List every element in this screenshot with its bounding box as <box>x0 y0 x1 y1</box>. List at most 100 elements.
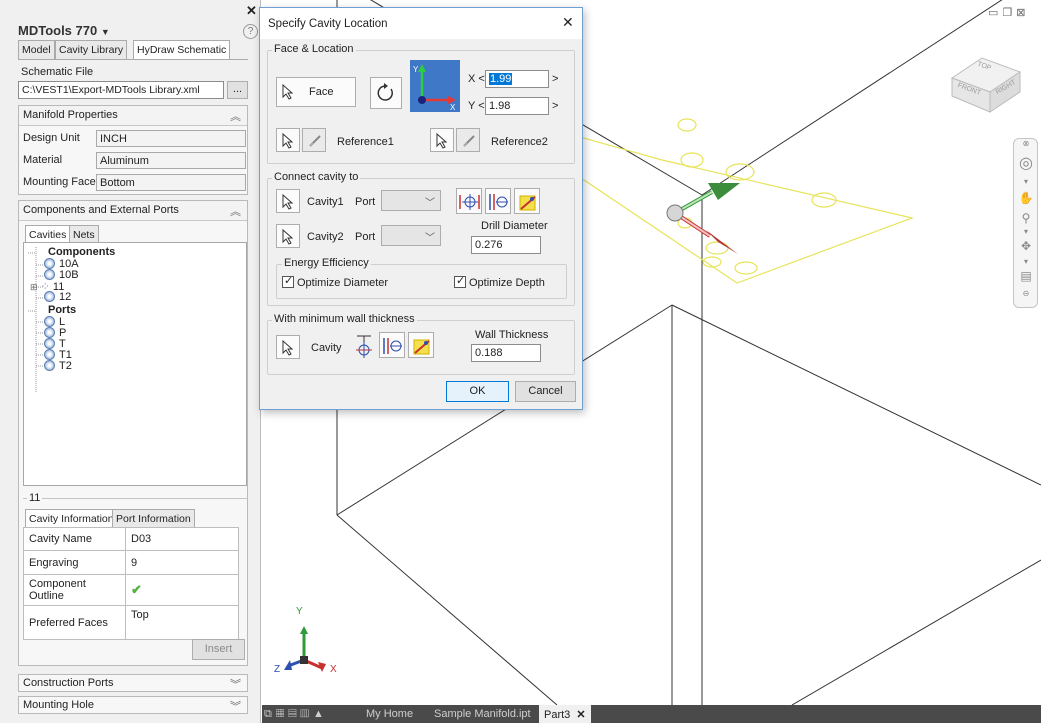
auto-connect-icon <box>519 195 536 211</box>
wall-top-button[interactable] <box>350 332 376 358</box>
tree-item-12[interactable]: 12 <box>44 291 71 303</box>
tab-hydraw-schematic[interactable]: HyDraw Schematic <box>133 40 231 60</box>
tree-components-label[interactable]: Components <box>48 246 115 258</box>
axis-y-label: Y <box>296 606 303 617</box>
up-arrow-icon[interactable]: ▲ <box>313 708 328 720</box>
wall-thickness-group-label: With minimum wall thickness <box>272 313 417 325</box>
construction-ports-section[interactable]: Construction Ports ︾ <box>18 674 248 692</box>
reference1-clear-button[interactable] <box>302 128 326 152</box>
wall-thickness-label: Wall Thickness <box>475 329 549 341</box>
close-icon[interactable]: ✕ <box>246 3 257 19</box>
panel-title-text: MDTools 770 <box>18 23 98 38</box>
vertical-split-icon[interactable]: ▥ <box>301 708 313 720</box>
mounting-face-field[interactable]: Bottom <box>96 174 246 191</box>
expand-chevron-icon[interactable]: ︾ <box>230 698 241 714</box>
view-cube[interactable]: TOP FRONT RIGHT <box>944 50 1028 116</box>
collapse-chevron-icon[interactable]: ︽ <box>230 203 241 219</box>
cursor-arrow-icon <box>282 229 294 245</box>
reference2-clear-button[interactable] <box>456 128 480 152</box>
ok-button[interactable]: OK <box>446 381 509 402</box>
preferred-faces-value[interactable]: Top <box>125 605 239 640</box>
expand-plus-icon[interactable]: ⊞ <box>30 282 38 292</box>
tab-sample-manifold[interactable]: Sample Manifold.ipt <box>434 708 531 720</box>
align-side-icon <box>489 194 508 210</box>
schematic-file-field[interactable]: C:\VEST1\Export-MDTools Library.xml <box>18 81 224 99</box>
engraving-value[interactable]: 9 <box>125 550 239 575</box>
rotate-button[interactable] <box>370 77 402 109</box>
cavity-select-button[interactable] <box>276 335 300 359</box>
mounting-hole-section[interactable]: Mounting Hole ︾ <box>18 696 248 714</box>
wall-auto-button[interactable] <box>408 332 434 358</box>
align-side-button[interactable] <box>485 188 511 214</box>
cavity1-select-button[interactable] <box>276 189 300 213</box>
tree-port-t2[interactable]: T2 <box>44 360 72 372</box>
dropdown-arrow-icon[interactable]: ▾ <box>1018 257 1034 266</box>
components-header[interactable]: Components and External Ports ︽ <box>19 201 247 221</box>
tab-cavity-library[interactable]: Cavity Library <box>55 40 128 59</box>
wall-side-button[interactable] <box>379 332 405 358</box>
tab-part3[interactable]: Part3 ✕ <box>539 705 591 723</box>
manifold-properties-header[interactable]: Manifold Properties ︽ <box>19 106 247 126</box>
close-tab-icon[interactable]: ✕ <box>576 709 585 721</box>
steering-wheel-icon[interactable]: ◎ <box>1018 153 1034 173</box>
optimize-depth-label: Optimize Depth <box>469 277 545 289</box>
expand-chevron-icon[interactable]: ︾ <box>230 676 241 692</box>
help-icon[interactable]: ? <box>243 24 258 39</box>
tab-port-information[interactable]: Port Information <box>112 509 195 528</box>
close-window-icon[interactable]: ⊠ <box>1016 7 1029 19</box>
minimize-icon[interactable]: ▭ <box>988 7 1002 19</box>
tree-item-label: 12 <box>59 291 72 303</box>
optimize-depth-checkbox[interactable]: Optimize Depth <box>454 274 545 289</box>
cavity-name-value[interactable]: D03 <box>125 527 239 551</box>
dropdown-arrow-icon[interactable]: ▾ <box>1018 227 1034 236</box>
browse-button[interactable]: ... <box>227 81 248 99</box>
close-icon[interactable]: ✕ <box>562 14 574 31</box>
dropdown-arrow-icon[interactable]: ▾ <box>1018 177 1034 186</box>
y-coordinate-input[interactable]: 1.98 <box>485 97 549 115</box>
cursor-arrow-icon <box>282 133 294 149</box>
preferred-faces-label: Preferred Faces <box>23 605 126 640</box>
horizontal-split-icon[interactable]: ▤ <box>288 708 300 720</box>
customize-icon[interactable]: ⊖ <box>1018 289 1034 298</box>
auto-connect-button[interactable] <box>514 188 540 214</box>
orbit-icon[interactable]: ✥ <box>1018 239 1034 253</box>
material-field[interactable]: Aluminum <box>96 152 246 169</box>
optimize-diameter-checkbox[interactable]: Optimize Diameter <box>282 274 388 289</box>
port-icon <box>44 349 55 360</box>
drill-diameter-input[interactable]: 0.276 <box>471 236 541 254</box>
wall-thickness-input[interactable]: 0.188 <box>471 344 541 362</box>
x-coordinate-value: 1.99 <box>489 73 513 85</box>
face-select-button[interactable]: Face <box>276 77 356 107</box>
tab-model[interactable]: Model <box>18 40 55 59</box>
insert-button[interactable]: Insert <box>192 639 245 660</box>
dropdown-arrow-icon[interactable]: ▼ <box>101 27 110 37</box>
y-increase-button[interactable]: > <box>552 100 558 112</box>
reference1-select-button[interactable] <box>276 128 300 152</box>
close-navbar-icon[interactable]: ⊗ <box>1018 139 1034 148</box>
zoom-icon[interactable]: ⚲ <box>1018 211 1034 225</box>
pan-hand-icon[interactable]: ✋ <box>1018 191 1034 205</box>
cancel-button[interactable]: Cancel <box>515 381 576 402</box>
tile-icon[interactable]: ▦ <box>276 708 288 720</box>
x-coordinate-input[interactable]: 1.99 <box>485 70 549 88</box>
cascade-icon[interactable]: ⧉ <box>264 708 276 720</box>
x-increase-button[interactable]: > <box>552 73 558 85</box>
look-at-icon[interactable]: ▤ <box>1018 269 1034 283</box>
tree-ports-label[interactable]: Ports <box>48 304 76 316</box>
align-center-button[interactable] <box>456 188 482 214</box>
collapse-chevron-icon[interactable]: ︽ <box>230 108 241 124</box>
cursor-arrow-icon <box>282 84 294 100</box>
design-unit-field[interactable]: INCH <box>96 130 246 147</box>
tab-cavity-information[interactable]: Cavity Information <box>25 509 118 529</box>
cavity-info-table: Cavity Name D03 Engraving 9 Component Ou… <box>23 527 239 640</box>
component-outline-value[interactable]: ✔ <box>125 574 239 606</box>
reference2-select-button[interactable] <box>430 128 454 152</box>
port1-dropdown[interactable]: ﹀ <box>381 190 441 211</box>
tab-my-home[interactable]: My Home <box>366 708 413 720</box>
manifold-properties-title: Manifold Properties <box>23 109 118 121</box>
cavity2-select-button[interactable] <box>276 224 300 248</box>
restore-icon[interactable]: ❐ <box>1002 7 1016 19</box>
checkbox-checked-icon <box>282 274 294 288</box>
port2-dropdown[interactable]: ﹀ <box>381 225 441 246</box>
panel-title[interactable]: MDTools 770 ▼ <box>18 23 110 38</box>
